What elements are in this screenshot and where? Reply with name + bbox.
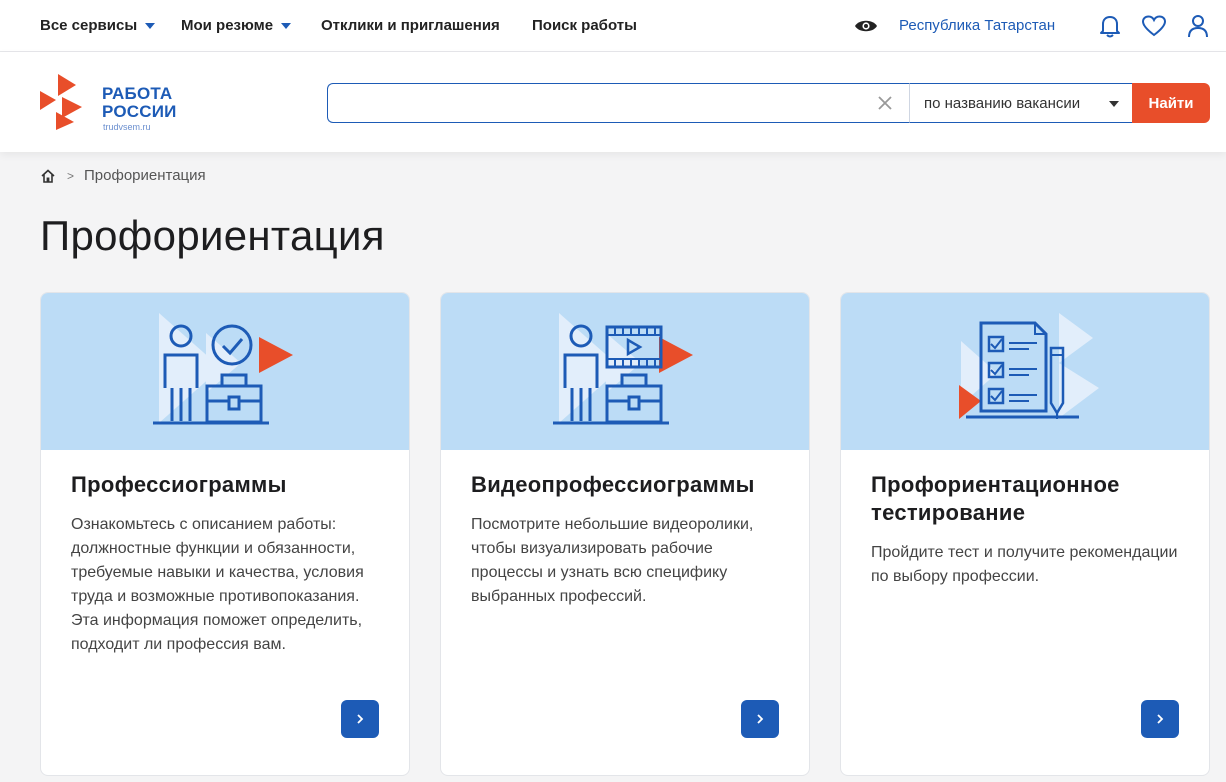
person-video-illustration-icon [553, 313, 693, 425]
close-icon[interactable] [876, 94, 894, 112]
search-mode-label: по названию вакансии [924, 94, 1081, 112]
nav-responses[interactable]: Отклики и приглашения [321, 17, 500, 34]
breadcrumb-separator: > [67, 168, 75, 183]
find-button[interactable]: Найти [1132, 83, 1210, 123]
chevron-down-icon [145, 22, 156, 29]
region-selector[interactable]: Республика Татарстан [899, 17, 1055, 34]
breadcrumb: > Профориентация [40, 167, 206, 184]
card-title: Видеопрофессиограммы [471, 472, 755, 497]
logo-line-2: РОССИИ [102, 102, 177, 121]
card-open-button[interactable] [1141, 700, 1179, 738]
card-open-button[interactable] [341, 700, 379, 738]
nav-all-services[interactable]: Все сервисы [40, 17, 156, 34]
home-icon[interactable] [40, 168, 56, 184]
bell-icon[interactable] [1097, 13, 1123, 39]
logo-text: РАБОТА РОССИИ [102, 85, 177, 121]
logo-line-1: РАБОТА [102, 84, 173, 103]
site-header: РАБОТА РОССИИ trudvsem.ru по названию ва… [0, 52, 1226, 152]
card-description: Ознакомьтесь с описанием работы: должнос… [71, 516, 364, 653]
nav-my-resumes[interactable]: Мои резюме [181, 17, 292, 34]
card-video-professiograms[interactable]: Видеопрофессиограммы Посмотрите небольши… [440, 292, 810, 776]
chevron-down-icon [1109, 101, 1119, 107]
checklist-pen-illustration-icon [959, 313, 1099, 419]
logo-site: trudvsem.ru [103, 122, 151, 132]
eye-icon[interactable] [853, 13, 879, 39]
chevron-right-icon [1157, 714, 1164, 724]
breadcrumb-current: Профориентация [84, 167, 206, 184]
card-professiograms[interactable]: Профессиограммы Ознакомьтесь с описанием… [40, 292, 410, 776]
nav-my-resumes-label: Мои резюме [181, 17, 274, 34]
card-description: Посмотрите небольшие видеоролики, чтобы … [471, 516, 754, 605]
card-career-testing[interactable]: Профориентационное тестирование Пройдите… [840, 292, 1210, 776]
card-title: Профессиограммы [71, 472, 287, 497]
nav-all-services-label: Все сервисы [40, 17, 138, 34]
user-icon[interactable] [1185, 13, 1211, 39]
card-banner [441, 293, 809, 450]
card-open-button[interactable] [741, 700, 779, 738]
page-title: Профориентация [40, 212, 385, 259]
chevron-down-icon [281, 22, 292, 29]
card-title: Профориентационное тестирование [871, 472, 1120, 525]
person-checkmark-illustration-icon [153, 313, 293, 425]
top-navigation: Все сервисы Мои резюме Отклики и приглаш… [0, 0, 1226, 52]
search-input[interactable] [338, 92, 858, 116]
search-mode-select[interactable]: по названию вакансии [909, 83, 1133, 123]
card-banner [41, 293, 409, 450]
heart-icon[interactable] [1141, 13, 1167, 39]
nav-job-search[interactable]: Поиск работы [532, 17, 637, 34]
card-description: Пройдите тест и получите рекомендации по… [871, 544, 1178, 585]
chevron-right-icon [357, 714, 364, 724]
card-banner [841, 293, 1209, 450]
chevron-right-icon [757, 714, 764, 724]
search-box [327, 83, 911, 123]
